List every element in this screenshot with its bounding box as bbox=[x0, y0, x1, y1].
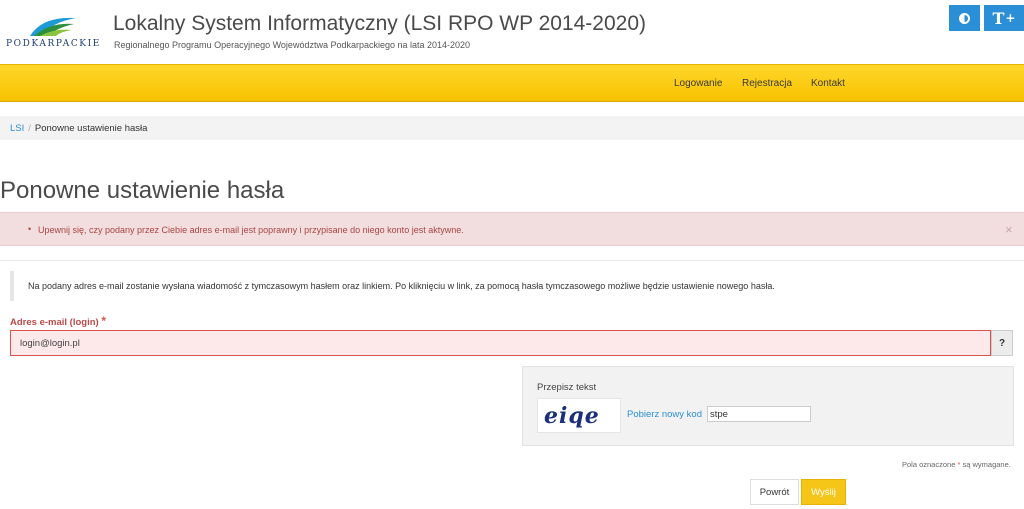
logo-hills-icon bbox=[30, 17, 76, 36]
breadcrumb-current: Ponowne ustawienie hasła bbox=[34, 123, 148, 134]
font-size-icon: T bbox=[992, 8, 1005, 28]
nav-item-rejestracja[interactable]: Rejestracja bbox=[742, 78, 792, 89]
site-subtitle: Regionalnego Programu Operacyjnego Wojew… bbox=[114, 40, 471, 50]
nav-item-kontakt[interactable]: Kontakt bbox=[811, 78, 845, 89]
page-title: Ponowne ustawienie hasła bbox=[0, 177, 285, 204]
captcha-panel: Przepisz tekst eiqe Pobierz nowy kod bbox=[522, 366, 1014, 446]
captcha-label: Przepisz tekst bbox=[537, 382, 597, 393]
required-marker: * bbox=[101, 314, 106, 328]
contrast-toggle-button[interactable] bbox=[949, 5, 980, 31]
email-label: Adres e-mail (login) * bbox=[10, 314, 106, 328]
required-note-before: Pola oznaczone bbox=[902, 460, 956, 469]
breadcrumb-link-lsi[interactable]: LSI bbox=[10, 123, 24, 134]
main-navbar: Logowanie Rejestracja Kontakt bbox=[0, 64, 1024, 102]
email-field[interactable] bbox=[10, 330, 991, 356]
error-alert: • Upewnij się, czy podany przez Ciebie a… bbox=[0, 212, 1024, 246]
breadcrumb-separator: / bbox=[28, 123, 31, 134]
alert-bullet: • bbox=[28, 224, 32, 234]
logo-text: PODKARPACKIE bbox=[6, 39, 101, 49]
breadcrumb: LSI / Ponowne ustawienie hasła bbox=[0, 116, 1024, 140]
alert-message: Upewnij się, czy podany przez Ciebie adr… bbox=[38, 225, 464, 235]
contrast-icon bbox=[959, 12, 970, 24]
help-button[interactable]: ? bbox=[991, 330, 1013, 356]
captcha-image: eiqe bbox=[537, 398, 621, 433]
divider bbox=[0, 260, 1024, 261]
font-size-plus: + bbox=[1005, 11, 1016, 25]
header: PODKARPACKIE Lokalny System Informatyczn… bbox=[0, 0, 1024, 64]
back-button[interactable]: Powrót bbox=[750, 479, 799, 505]
email-label-text: Adres e-mail (login) bbox=[10, 317, 99, 328]
font-size-button[interactable]: T + bbox=[984, 5, 1024, 31]
captcha-input[interactable] bbox=[707, 406, 811, 422]
required-note-after: są wymagane. bbox=[962, 460, 1011, 469]
submit-button[interactable]: Wyślij bbox=[801, 479, 846, 505]
info-box: Na podany adres e-mail zostanie wysłana … bbox=[10, 271, 1014, 301]
nav-item-logowanie[interactable]: Logowanie bbox=[674, 78, 722, 89]
podkarpackie-logo[interactable]: PODKARPACKIE bbox=[6, 14, 106, 52]
required-fields-note: Pola oznaczone * są wymagane. bbox=[902, 460, 1011, 469]
info-text: Na podany adres e-mail zostanie wysłana … bbox=[28, 281, 775, 291]
site-title: Lokalny System Informatyczny (LSI RPO WP… bbox=[113, 12, 646, 35]
close-icon[interactable]: × bbox=[1005, 222, 1013, 237]
captcha-refresh-link[interactable]: Pobierz nowy kod bbox=[627, 409, 702, 420]
required-note-marker: * bbox=[957, 460, 961, 469]
